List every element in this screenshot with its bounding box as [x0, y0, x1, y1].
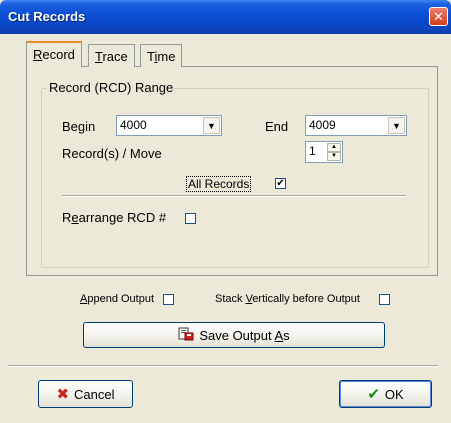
rearrange-checkbox[interactable] [185, 213, 196, 224]
spin-down-icon[interactable]: ▼ [327, 152, 341, 161]
cancel-label: Cancel [74, 386, 115, 402]
tab-trace-label: Trace [95, 49, 128, 64]
save-output-as-button[interactable]: Save Output As [83, 322, 385, 348]
all-records-checkbox[interactable]: ✔ [275, 178, 286, 189]
checkmark-icon: ✔ [367, 386, 380, 403]
save-file-icon [178, 327, 194, 344]
spinner-buttons: ▲ ▼ [327, 143, 341, 161]
all-records-label: All Records [186, 176, 252, 192]
footer-divider [8, 365, 438, 367]
tab-time[interactable]: Time [140, 44, 183, 67]
end-value: 4009 [309, 118, 336, 132]
range-groupbox-legend: Record (RCD) Range [47, 80, 176, 95]
append-output-label: Append Output [80, 293, 155, 305]
x-icon: ✖ [56, 386, 70, 403]
tab-trace[interactable]: Trace [88, 44, 135, 67]
close-icon: ✕ [433, 9, 444, 24]
chevron-down-icon[interactable]: ▼ [203, 117, 220, 134]
tab-time-label: Time [147, 49, 176, 64]
cancel-button[interactable]: ✖ Cancel [38, 380, 133, 408]
ok-button[interactable]: ✔ OK [339, 380, 432, 408]
tab-record[interactable]: Record [26, 41, 82, 67]
ok-label: OK [384, 386, 404, 402]
close-button[interactable]: ✕ [429, 7, 448, 26]
begin-combobox[interactable]: 4000 ▼ [116, 115, 222, 136]
save-output-as-label: Save Output As [199, 327, 290, 343]
stack-vertically-label: Stack Vertically before Output [215, 293, 360, 305]
chevron-down-icon[interactable]: ▼ [388, 117, 405, 134]
records-per-move-label: Record(s) / Move [62, 146, 162, 161]
check-icon: ✔ [276, 178, 285, 189]
records-per-move-spinner[interactable]: 1 ▲ ▼ [305, 141, 343, 163]
rearrange-label: Rearrange RCD # [62, 210, 167, 225]
spin-up-icon[interactable]: ▲ [327, 143, 341, 152]
end-label: End [265, 119, 289, 134]
range-divider [62, 195, 406, 197]
end-combobox[interactable]: 4009 ▼ [305, 115, 407, 136]
window-title: Cut Records [8, 9, 86, 24]
title-bar: Cut Records ✕ [0, 0, 451, 34]
cut-records-dialog: Cut Records ✕ Record Trace Time Record (… [0, 0, 451, 423]
begin-value: 4000 [120, 118, 147, 132]
append-output-checkbox[interactable] [163, 294, 174, 305]
tab-record-label: Record [33, 47, 75, 62]
records-per-move-value: 1 [309, 144, 316, 158]
begin-label: Begin [62, 119, 96, 134]
stack-vertically-checkbox[interactable] [379, 294, 390, 305]
